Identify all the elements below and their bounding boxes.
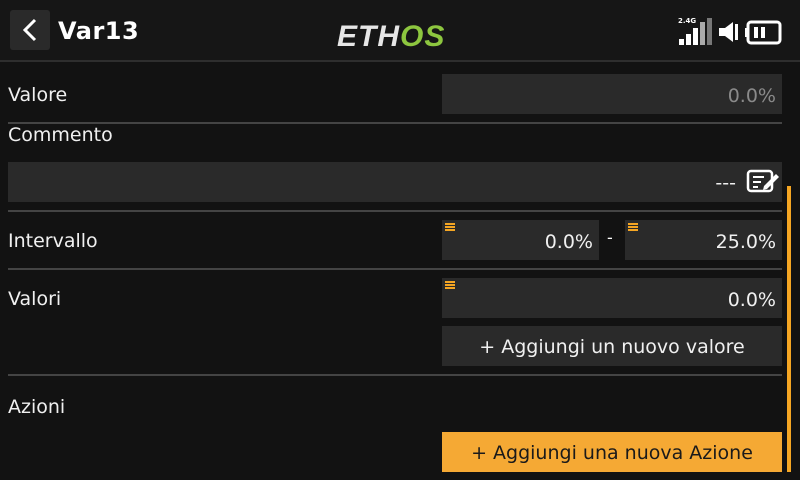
back-arrow-icon [22,18,37,42]
commento-field[interactable]: --- [8,162,782,202]
battery-icon [745,20,782,45]
range-dash: - [607,228,613,247]
divider [8,210,782,212]
intervallo-label: Intervallo [8,230,98,252]
valori-value: 0.0% [727,289,776,311]
top-bar: Var13 ETHOS 2.4G [0,0,800,62]
rf-band-label: 2.4G [678,17,697,25]
source-menu-icon [628,223,638,231]
divider [8,268,782,270]
valore-field: 0.0% [442,74,782,114]
page-title: Var13 [58,17,140,45]
add-action-button[interactable]: + Aggiungi una nuova Azione [442,432,782,472]
source-menu-icon [445,223,455,231]
intervallo-min-value: 0.0% [544,231,593,253]
valori-field[interactable]: 0.0% [442,278,782,318]
scrollbar[interactable] [787,186,791,472]
intervallo-max-field[interactable]: 25.0% [625,220,782,260]
speaker-icon[interactable] [717,20,743,44]
divider [8,374,782,376]
commento-value: --- [715,172,736,194]
back-button[interactable] [10,10,50,50]
intervallo-max-value: 25.0% [715,231,776,253]
divider [8,122,782,124]
intervallo-min-field[interactable]: 0.0% [442,220,599,260]
source-menu-icon [445,281,455,289]
add-value-button[interactable]: + Aggiungi un nuovo valore [442,326,782,366]
commento-label: Commento [8,124,113,146]
valori-label: Valori [8,288,62,310]
valore-label: Valore [8,84,68,106]
edit-icon[interactable] [746,169,780,195]
azioni-label: Azioni [8,396,66,418]
ethos-logo: ETHOS [337,20,446,53]
